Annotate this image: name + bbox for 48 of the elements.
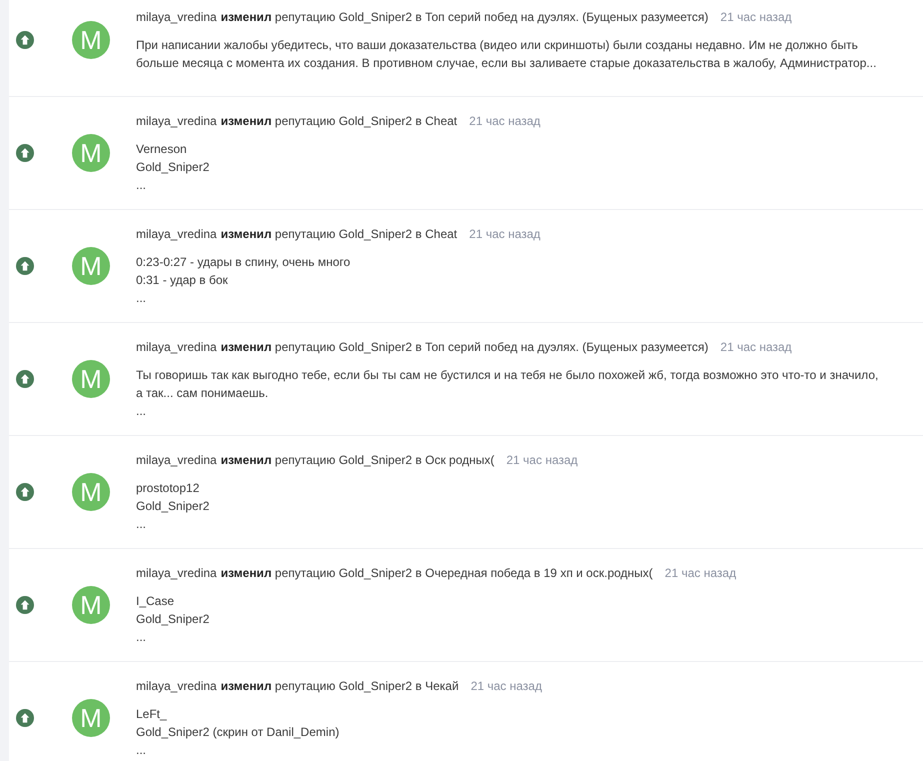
comment-excerpt-line: ...	[136, 742, 148, 759]
comment-excerpt-line: prostotop12	[136, 480, 200, 497]
comment-excerpt-line: При написании жалобы убедитесь, что ваши доказательства (видео или скриншоты) были созданы недавно. Им не должно быть	[136, 37, 859, 54]
timestamp: 21 час назад	[506, 452, 578, 469]
reputation-summary: изменил репутацию Gold_Sniper2 в Оск родных(	[220, 452, 494, 469]
user-link[interactable]: milaya_vredina	[136, 564, 217, 582]
upvote-icon	[16, 483, 34, 501]
comment-excerpt-line: Gold_Sniper2	[136, 498, 210, 515]
user-link[interactable]: milaya_vredina	[136, 677, 217, 695]
comment-excerpt-line: I_Case	[136, 593, 176, 610]
comment-excerpt-line: ...	[136, 177, 148, 194]
upvote-icon	[16, 31, 34, 49]
comment-excerpt-line: 0:31 - удар в бок	[136, 272, 229, 289]
comment-excerpt-line: а так... сам понимаешь.	[136, 385, 270, 402]
timestamp: 21 час назад	[664, 565, 736, 582]
comment-excerpt-line: больше месяца с момента их создания. В противном случае, если вы заливаете старые доказательства в жалобу, Администратор...	[136, 55, 876, 72]
reputation-summary: изменил репутацию Gold_Sniper2 в Cheat	[220, 113, 458, 130]
timestamp: 21 час назад	[720, 9, 792, 26]
timestamp: 21 час назад	[470, 678, 542, 695]
upvote-icon	[16, 596, 34, 614]
timestamp: 21 час назад	[469, 113, 540, 130]
timestamp: 21 час назад	[720, 339, 792, 356]
upvote-icon	[16, 709, 34, 727]
reputation-summary: изменил репутацию Gold_Sniper2 в Cheat	[220, 226, 458, 243]
comment-excerpt-line: LeFt_	[136, 706, 168, 723]
comment-excerpt-line: ...	[136, 629, 148, 646]
upvote-icon	[16, 370, 34, 388]
user-link[interactable]: milaya_vredina	[136, 338, 217, 356]
user-link[interactable]: milaya_vredina	[136, 451, 217, 469]
upvote-icon	[16, 257, 34, 275]
comment-excerpt-line: ...	[136, 403, 148, 420]
user-link[interactable]: milaya_vredina	[136, 8, 217, 26]
reputation-summary: изменил репутацию Gold_Sniper2 в Топ серий побед на дуэлях. (Бущеных разумеется)	[220, 9, 708, 26]
timestamp: 21 час назад	[469, 226, 540, 243]
upvote-icon	[16, 144, 34, 162]
user-link[interactable]: milaya_vredina	[136, 112, 217, 130]
comment-excerpt-line: Gold_Sniper2 (скрин от Danil_Demin)	[136, 724, 340, 741]
comment-excerpt-line: Gold_Sniper2	[136, 611, 210, 628]
comment-excerpt-line: Verneson	[136, 141, 188, 158]
comment-excerpt-line: 0:23-0:27 - удары в спину, очень много	[136, 254, 352, 271]
comment-excerpt-line: ...	[136, 516, 148, 533]
user-link[interactable]: milaya_vredina	[136, 225, 217, 243]
comment-excerpt-line: ...	[136, 290, 148, 307]
reputation-summary: изменил репутацию Gold_Sniper2 в Чекай	[220, 678, 459, 695]
comment-excerpt-line: Gold_Sniper2	[136, 159, 210, 176]
reputation-summary: изменил репутацию Gold_Sniper2 в Топ серий побед на дуэлях. (Бущеных разумеется)	[220, 339, 708, 356]
comment-excerpt-line: Ты говоришь так как выгодно тебе, если бы ты сам не бустился и на тебя не было похожей жб, тогда возможно это что-то и значило,	[136, 367, 878, 384]
reputation-summary: изменил репутацию Gold_Sniper2 в Очередная победа в 19 хп и оск.родных(	[220, 565, 653, 582]
